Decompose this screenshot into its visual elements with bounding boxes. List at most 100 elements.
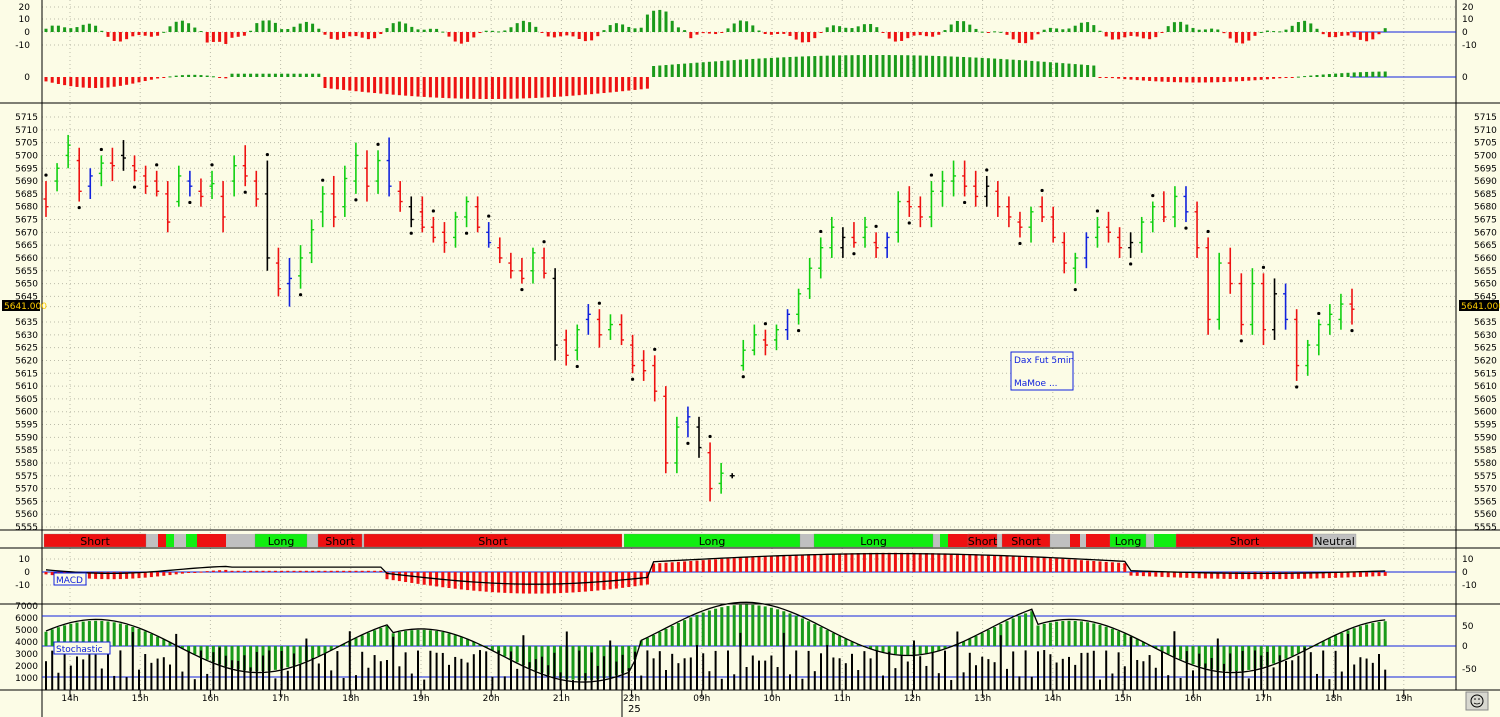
macd-bar bbox=[1024, 557, 1027, 572]
osc2-bar bbox=[76, 77, 79, 87]
price-y-label-left: 5610 bbox=[15, 382, 38, 392]
stochastic-bar bbox=[727, 606, 730, 646]
price-y-label-right: 5705 bbox=[1474, 139, 1497, 149]
osc1-bar bbox=[522, 21, 525, 32]
x-axis-label: 19h bbox=[1395, 694, 1412, 704]
osc1-bar bbox=[838, 26, 841, 32]
osc1-bar bbox=[764, 32, 767, 34]
macd-bar bbox=[404, 572, 407, 582]
osc1-bar bbox=[175, 22, 178, 32]
osc2-bar bbox=[1192, 77, 1195, 82]
osc1-bar bbox=[844, 28, 847, 32]
stochastic-bar bbox=[1334, 636, 1337, 646]
annotation-box[interactable]: Dax Fut 5min MaMoe ... bbox=[1011, 352, 1074, 390]
osc1-bar bbox=[789, 32, 792, 36]
price-y-label-left: 5555 bbox=[15, 523, 38, 533]
osc1-bar bbox=[472, 32, 475, 37]
macd-bar bbox=[336, 571, 339, 572]
osc1-bar bbox=[348, 32, 351, 36]
osc1-bar bbox=[1347, 32, 1350, 35]
price-y-label-left: 5625 bbox=[15, 344, 38, 354]
x-axis-label: 18h bbox=[342, 694, 359, 704]
stochastic-bar bbox=[789, 613, 792, 646]
osc2-bar bbox=[361, 77, 364, 92]
osc2-bar bbox=[1148, 77, 1151, 81]
price-y-label-left: 5660 bbox=[15, 254, 38, 264]
osc2-bar bbox=[330, 77, 333, 89]
osc1-bar bbox=[565, 32, 568, 35]
osc1-bar bbox=[888, 32, 891, 39]
smiley-button[interactable] bbox=[1466, 692, 1488, 710]
osc2-bar bbox=[826, 56, 829, 77]
osc1-bar bbox=[857, 26, 860, 32]
macd-bar bbox=[919, 553, 922, 572]
osc1-bar bbox=[1353, 32, 1356, 37]
osc2-bar bbox=[776, 58, 779, 77]
pivot-dot-low bbox=[1129, 262, 1132, 265]
macd-bar bbox=[311, 571, 314, 572]
osc1-bar bbox=[342, 32, 345, 38]
macd-bar bbox=[299, 571, 302, 572]
osc1-bar bbox=[1322, 32, 1325, 34]
osc2-bar bbox=[131, 77, 134, 84]
osc1-bar bbox=[696, 32, 699, 35]
price-y-label-right: 5715 bbox=[1474, 113, 1497, 123]
macd-bar bbox=[813, 554, 816, 572]
macd-bar bbox=[820, 554, 823, 572]
osc1-bar bbox=[1229, 32, 1232, 38]
osc2-bar bbox=[193, 75, 196, 77]
osc1-bar bbox=[1068, 28, 1071, 32]
osc2-bar bbox=[975, 58, 978, 77]
signal-bar-panel: ShortLongShortShortLongLongShortShortLon… bbox=[44, 534, 1356, 548]
osc2-bar bbox=[1297, 77, 1300, 78]
osc2-bar bbox=[417, 77, 420, 97]
osc1-bar bbox=[1161, 32, 1164, 33]
stochastic-bar bbox=[299, 646, 302, 663]
osc1-bar bbox=[274, 23, 277, 32]
x-axis-label: 18h bbox=[1325, 694, 1342, 704]
macd-bar bbox=[770, 556, 773, 572]
osc1-bar bbox=[919, 32, 922, 35]
macd-bar bbox=[193, 572, 196, 573]
osc2-bar bbox=[1030, 61, 1033, 77]
osc2-bar bbox=[187, 75, 190, 77]
osc2-bar bbox=[1365, 72, 1368, 77]
osc2-bar bbox=[677, 64, 680, 77]
stochastic-y-label-left: 3000 bbox=[15, 650, 38, 660]
stochastic-bar bbox=[844, 639, 847, 646]
stochastic-bar bbox=[1123, 634, 1126, 646]
osc1-bar bbox=[745, 21, 748, 32]
osc2-bar bbox=[441, 77, 444, 98]
osc2-bar bbox=[1353, 72, 1356, 77]
macd-bar bbox=[534, 572, 537, 594]
macd-bar bbox=[937, 553, 940, 572]
macd-bar bbox=[1037, 557, 1040, 572]
price-y-label-left: 5690 bbox=[15, 177, 38, 187]
osc1-bar bbox=[596, 32, 599, 36]
osc1-bar bbox=[1167, 26, 1170, 32]
osc1-bar bbox=[510, 27, 513, 32]
osc2-bar bbox=[1334, 74, 1337, 77]
osc2-bar bbox=[1012, 60, 1015, 77]
osc2-bar bbox=[1359, 72, 1362, 77]
price-y-label-left: 5595 bbox=[15, 421, 38, 431]
osc1-bar bbox=[832, 25, 835, 32]
osc2-bar bbox=[379, 77, 382, 94]
stochastic-bar bbox=[1061, 621, 1064, 646]
osc2-bar bbox=[1266, 77, 1269, 79]
macd-bar bbox=[255, 571, 258, 572]
osc1-bar bbox=[1204, 29, 1207, 32]
osc2-bar bbox=[770, 58, 773, 77]
osc2-bar bbox=[69, 77, 72, 86]
svg-text:MACD: MACD bbox=[56, 576, 83, 586]
osc2-bar bbox=[968, 57, 971, 77]
macd-bar bbox=[1167, 572, 1170, 577]
osc2-bar bbox=[435, 77, 438, 98]
osc1-bar bbox=[999, 32, 1002, 33]
macd-y-label-right: 10 bbox=[1462, 555, 1474, 565]
price-y-label-left: 5565 bbox=[15, 497, 38, 507]
macd-bar bbox=[696, 561, 699, 572]
stochastic-bar bbox=[410, 630, 413, 646]
x-axis-label: 11h bbox=[834, 694, 851, 704]
osc1-bar bbox=[57, 26, 60, 32]
